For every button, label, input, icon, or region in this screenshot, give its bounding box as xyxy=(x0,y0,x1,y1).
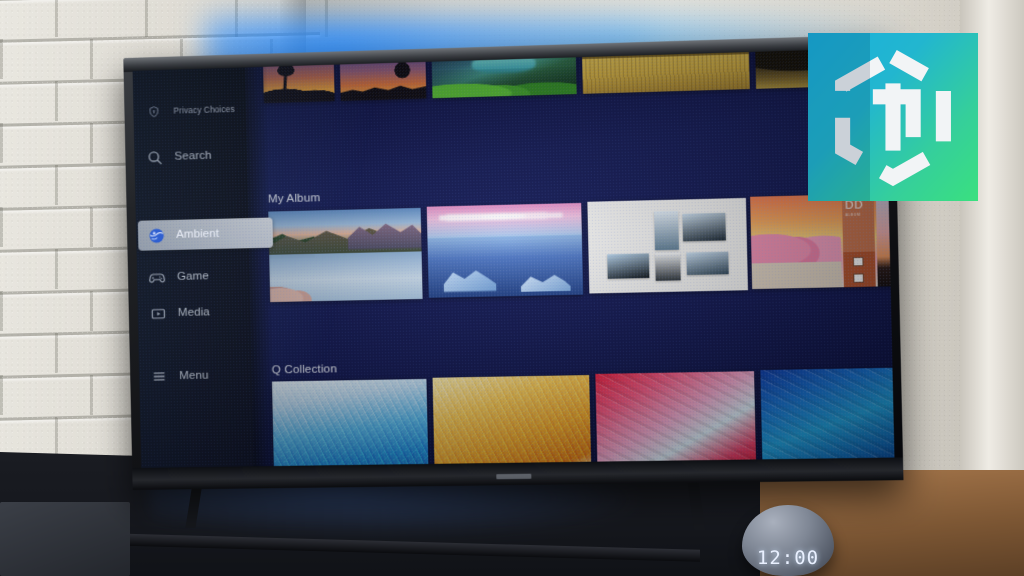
sidebar-label-menu: Menu xyxy=(179,369,209,383)
sidebar-label-ambient: Ambient xyxy=(176,227,220,241)
thumb-mountain-lake-reflection[interactable] xyxy=(268,207,423,303)
sidebar-item-search[interactable]: Search xyxy=(134,140,247,173)
thumb-blue-cyan-abstract-texture[interactable] xyxy=(760,367,895,467)
sidebar-label-search: Search xyxy=(174,149,212,163)
tv-brand-logo xyxy=(496,473,532,480)
hex-s-logo-watermark xyxy=(808,33,978,201)
search-icon xyxy=(134,148,174,166)
thumb-pink-blossom-collage[interactable]: DD ALBUM xyxy=(750,192,895,290)
speaker-clock-display: 12:00 xyxy=(756,547,820,569)
thumb-blue-white-foil-texture[interactable] xyxy=(271,378,429,468)
sidebar-item-privacy-choices[interactable]: Privacy Choices xyxy=(133,94,246,127)
sidebar-item-game[interactable]: Game xyxy=(137,260,250,293)
ambient-content: My Album DD ALBUM Q Collection xyxy=(253,47,895,468)
sidebar-label-game: Game xyxy=(176,270,210,283)
thumb-gold-foil-texture[interactable] xyxy=(432,375,592,468)
sidebar-label-privacy-choices: Privacy Choices xyxy=(173,103,235,116)
ambient-globe-icon xyxy=(136,226,176,244)
room-scene: My Album DD ALBUM Q Collection Privacy C… xyxy=(0,0,1024,576)
row-title-my-album: My Album xyxy=(267,192,321,206)
sidebar-item-ambient[interactable]: Ambient xyxy=(136,218,249,251)
side-cabinet xyxy=(0,502,130,576)
sidebar-item-menu[interactable]: Menu xyxy=(139,360,252,392)
media-play-icon xyxy=(138,304,178,322)
thumb-red-pink-abstract-texture[interactable] xyxy=(595,371,757,468)
row-title-q-collection: Q Collection xyxy=(271,363,338,377)
shield-icon xyxy=(133,104,173,118)
sidebar-item-media[interactable]: Media xyxy=(138,296,251,328)
gamepad-icon xyxy=(137,268,177,287)
thumb-white-photo-collage[interactable] xyxy=(587,197,749,294)
hamburger-menu-icon xyxy=(139,368,179,385)
thumb-iceberg-lagoon-sunset[interactable] xyxy=(426,202,584,298)
sidebar-label-media: Media xyxy=(177,306,210,320)
tv-screen: My Album DD ALBUM Q Collection Privacy C… xyxy=(132,47,895,468)
television: My Album DD ALBUM Q Collection Privacy C… xyxy=(123,34,904,490)
